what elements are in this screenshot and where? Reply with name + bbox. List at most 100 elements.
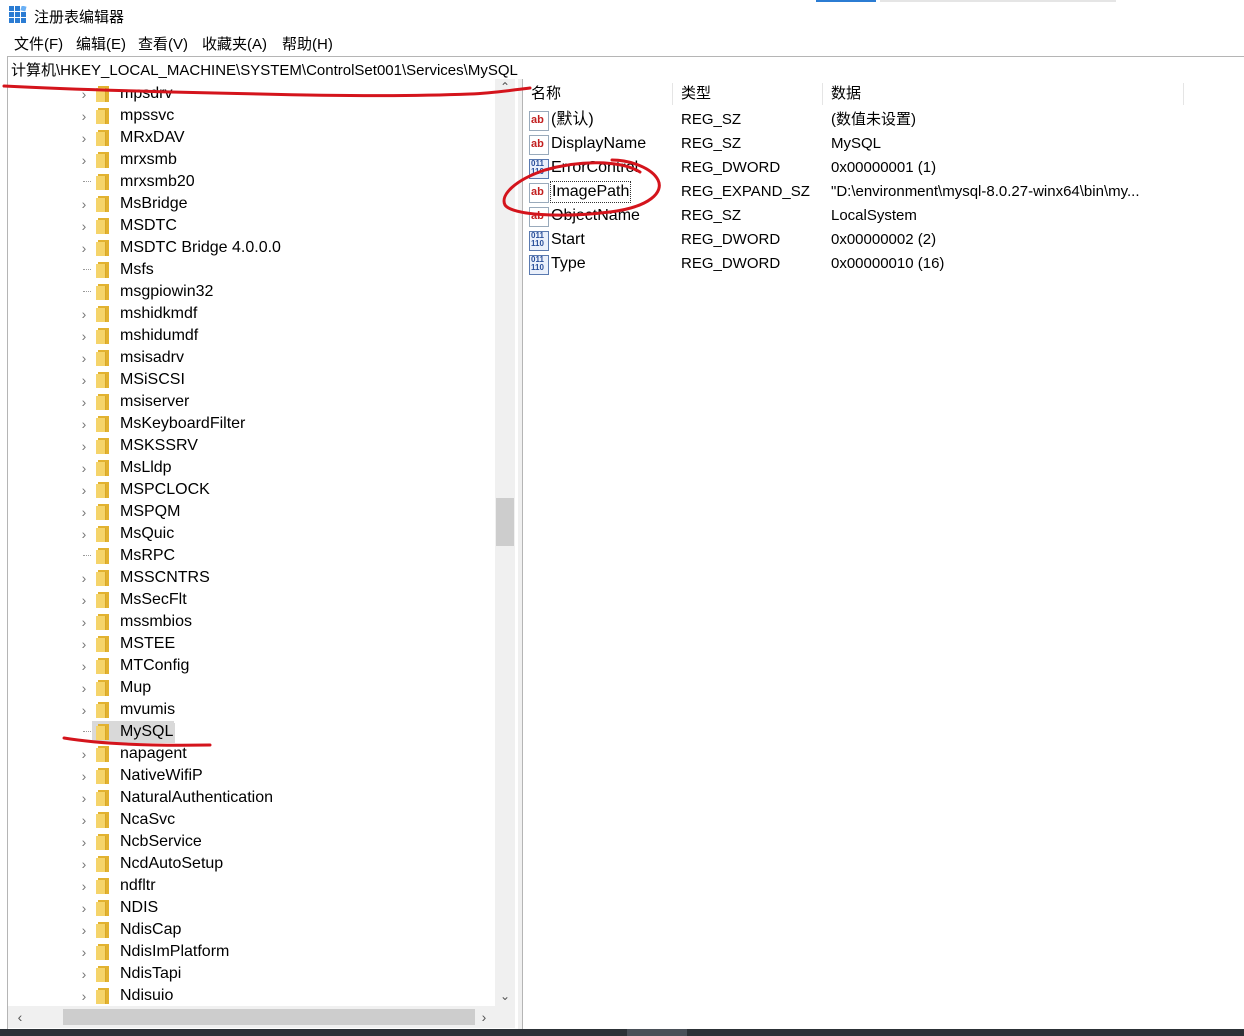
tree-item[interactable]: › MsSecFlt [8,589,496,611]
scroll-left-icon[interactable]: ‹ [12,1008,28,1026]
chevron-right-icon[interactable]: › [78,634,90,654]
value-row[interactable]: ab ObjectName REG_SZ LocalSystem [523,204,1244,228]
tree-item[interactable]: › NdisTapi [8,963,496,985]
menu-file[interactable]: 文件(F) [14,33,63,54]
tree-item[interactable]: › MsQuic [8,523,496,545]
tree-item[interactable]: › mvumis [8,699,496,721]
address-bar[interactable]: 计算机\HKEY_LOCAL_MACHINE\SYSTEM\ControlSet… [7,56,1244,80]
tree-item[interactable]: › mshidumdf [8,325,496,347]
chevron-right-icon[interactable]: › [78,150,90,170]
tree-item[interactable]: › MsBridge [8,193,496,215]
tree-horizontal-scrollbar[interactable]: ‹ › [8,1006,495,1028]
chevron-right-icon[interactable]: › [78,304,90,324]
scroll-right-icon[interactable]: › [476,1008,492,1026]
chevron-right-icon[interactable]: › [78,480,90,500]
chevron-right-icon[interactable]: › [78,832,90,852]
chevron-right-icon[interactable]: › [78,656,90,676]
tree-item[interactable]: › MSKSSRV [8,435,496,457]
menu-view[interactable]: 查看(V) [138,33,188,54]
tree-item[interactable]: › MSSCNTRS [8,567,496,589]
tree-item[interactable]: › MsKeyboardFilter [8,413,496,435]
chevron-right-icon[interactable]: › [78,568,90,588]
key-tree[interactable]: › mpsdrv › mpssvc › MRxDAV › mrxsmb mrxsmb20 › MsB… [7,79,519,1030]
tree-item[interactable]: MsRPC [8,545,496,567]
chevron-right-icon[interactable]: › [78,370,90,390]
tree-item[interactable]: › NcbService [8,831,496,853]
tree-item[interactable]: › msisadrv [8,347,496,369]
chevron-right-icon[interactable]: › [78,766,90,786]
tree-item[interactable]: › NdisImPlatform [8,941,496,963]
chevron-right-icon[interactable]: › [78,194,90,214]
chevron-right-icon[interactable]: › [78,590,90,610]
menu-help[interactable]: 帮助(H) [282,33,333,54]
tree-item[interactable]: Msfs [8,259,496,281]
tree-horizontal-scroll-thumb[interactable] [63,1009,475,1025]
tree-item[interactable]: › MsLldp [8,457,496,479]
menu-edit[interactable]: 编辑(E) [76,33,126,54]
value-row[interactable]: 011 110 Start REG_DWORD 0x00000002 (2) [523,228,1244,252]
value-row[interactable]: 011 110 Type REG_DWORD 0x00000010 (16) [523,252,1244,276]
chevron-right-icon[interactable]: › [78,854,90,874]
chevron-right-icon[interactable]: › [78,106,90,126]
tree-item[interactable]: mrxsmb20 [8,171,496,193]
tree-item[interactable]: › MSiSCSI [8,369,496,391]
chevron-right-icon[interactable]: › [78,612,90,632]
tree-item[interactable]: › NcdAutoSetup [8,853,496,875]
scroll-down-icon[interactable]: ⌄ [495,987,515,1005]
chevron-right-icon[interactable]: › [78,876,90,896]
tree-item[interactable]: › msiserver [8,391,496,413]
tree-item[interactable]: › MSDTC Bridge 4.0.0.0 [8,237,496,259]
tree-item[interactable]: › mshidkmdf [8,303,496,325]
tree-item[interactable]: › mssmbios [8,611,496,633]
tree-item[interactable]: › mrxsmb [8,149,496,171]
chevron-right-icon[interactable]: › [78,326,90,346]
tree-item[interactable]: › napagent [8,743,496,765]
tree-item[interactable]: › Ndisuio [8,985,496,1007]
column-header-data[interactable]: 数据 [823,79,1181,109]
chevron-right-icon[interactable]: › [78,678,90,698]
chevron-right-icon[interactable]: › [78,84,90,104]
chevron-right-icon[interactable]: › [78,964,90,984]
chevron-right-icon[interactable]: › [78,920,90,940]
tree-item[interactable]: › mpsdrv [8,83,496,105]
chevron-right-icon[interactable]: › [78,238,90,258]
column-header-type[interactable]: 类型 [673,79,821,109]
chevron-right-icon[interactable]: › [78,216,90,236]
value-row[interactable]: ab ImagePath REG_EXPAND_SZ "D:\environment\… [523,180,1244,204]
address-path[interactable]: 计算机\HKEY_LOCAL_MACHINE\SYSTEM\ControlSet… [11,59,518,80]
tree-vertical-scrollbar[interactable]: ⌃ ⌄ [495,79,515,1006]
tree-item[interactable]: › NdisCap [8,919,496,941]
chevron-right-icon[interactable]: › [78,436,90,456]
chevron-right-icon[interactable]: › [78,788,90,808]
chevron-right-icon[interactable]: › [78,986,90,1006]
tree-item[interactable]: MySQL [8,721,496,743]
tree-item[interactable]: › ndfltr [8,875,496,897]
tree-item[interactable]: › NativeWifiP [8,765,496,787]
chevron-right-icon[interactable]: › [78,392,90,412]
chevron-right-icon[interactable]: › [78,524,90,544]
tree-vertical-scroll-thumb[interactable] [496,498,514,546]
chevron-right-icon[interactable]: › [78,810,90,830]
tree-item[interactable]: › NaturalAuthentication [8,787,496,809]
chevron-right-icon[interactable]: › [78,414,90,434]
tree-item[interactable]: › MSTEE [8,633,496,655]
tree-item[interactable]: › MSPQM [8,501,496,523]
chevron-right-icon[interactable]: › [78,348,90,368]
column-divider[interactable] [1183,83,1184,105]
tree-item[interactable]: msgpiowin32 [8,281,496,303]
tree-item[interactable]: › MSDTC [8,215,496,237]
tree-item[interactable]: › NcaSvc [8,809,496,831]
tree-item[interactable]: › MSPCLOCK [8,479,496,501]
tree-item[interactable]: › Mup [8,677,496,699]
chevron-right-icon[interactable]: › [78,700,90,720]
tree-item[interactable]: › MTConfig [8,655,496,677]
scroll-up-icon[interactable]: ⌃ [495,79,515,95]
chevron-right-icon[interactable]: › [78,458,90,478]
values-list[interactable]: 名称 类型 数据 ab (默认) REG_SZ (数值未设置) ab DisplayNam… [522,79,1244,1029]
value-row[interactable]: ab (默认) REG_SZ (数值未设置) [523,108,1244,132]
chevron-right-icon[interactable]: › [78,942,90,962]
chevron-right-icon[interactable]: › [78,744,90,764]
chevron-right-icon[interactable]: › [78,128,90,148]
column-header-name[interactable]: 名称 [523,79,671,109]
chevron-right-icon[interactable]: › [78,898,90,918]
